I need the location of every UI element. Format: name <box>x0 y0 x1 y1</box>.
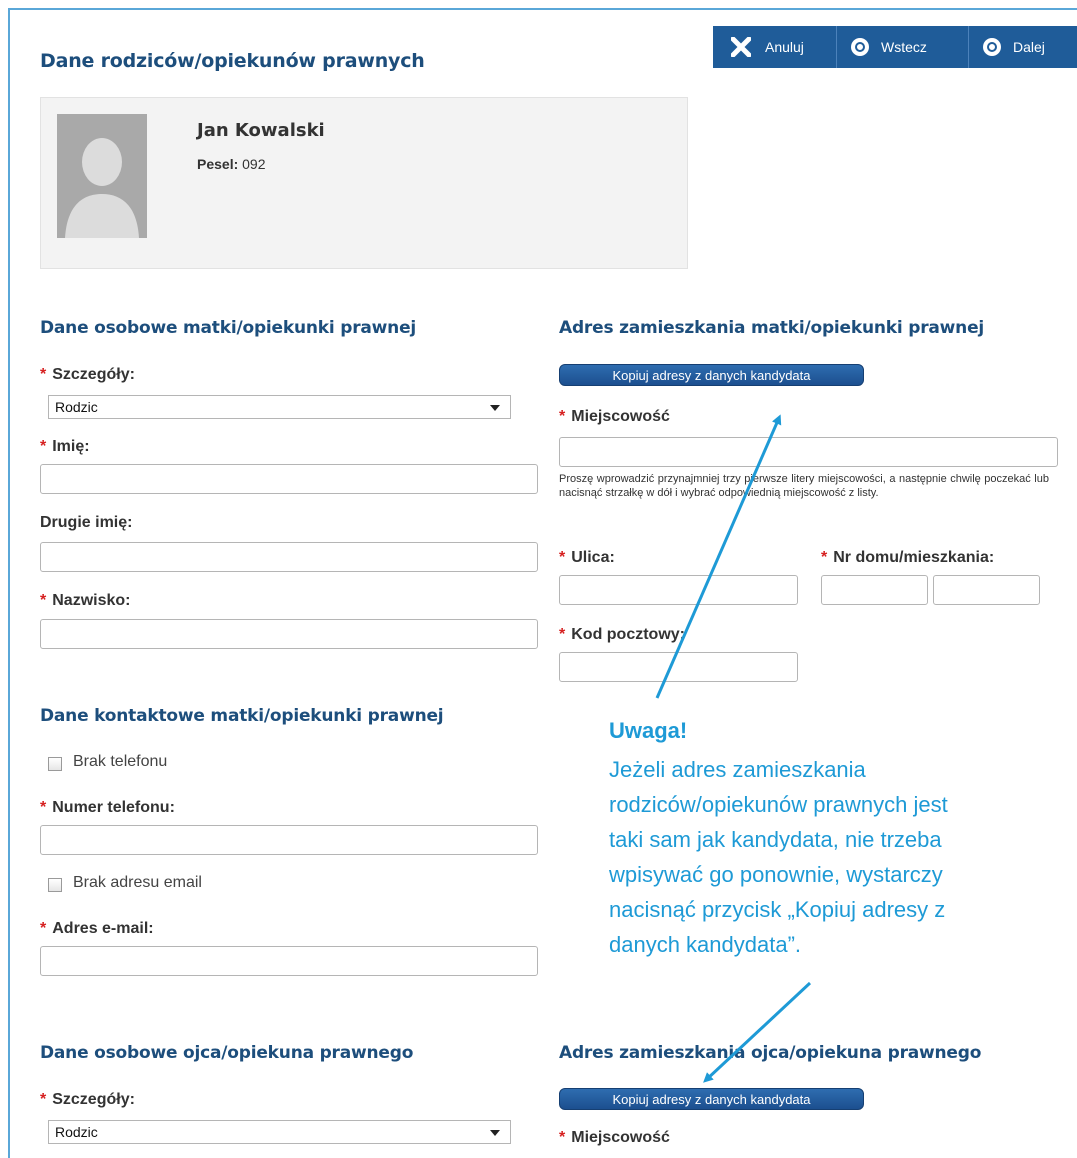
annotation-arrows <box>655 414 812 1083</box>
arrow-to-father-copy-icon <box>703 981 812 1083</box>
arrow-to-mother-copy-icon <box>655 414 782 699</box>
